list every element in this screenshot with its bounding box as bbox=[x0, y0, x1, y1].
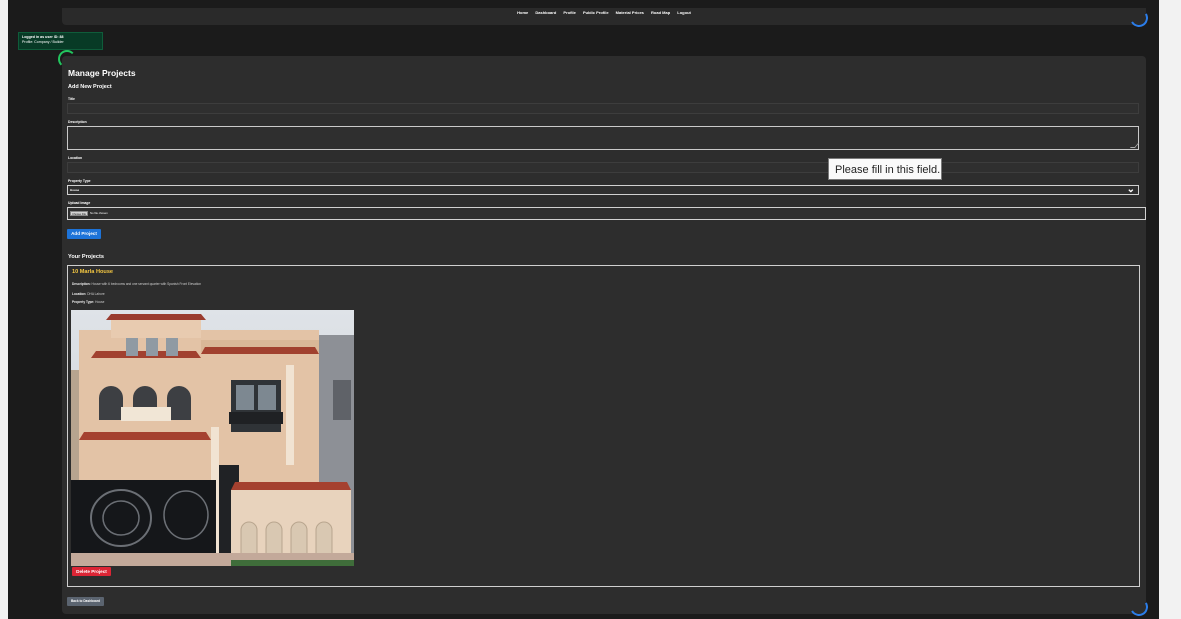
house-photo bbox=[71, 310, 354, 566]
project-image bbox=[71, 310, 354, 566]
form-heading: Add New Project bbox=[68, 84, 112, 90]
project-type: Property Type: House bbox=[72, 300, 104, 304]
resize-grip-icon[interactable] bbox=[1129, 143, 1140, 148]
project-type-label: Property Type: bbox=[72, 300, 95, 304]
nav-link-profile[interactable]: Profile bbox=[563, 10, 575, 15]
back-to-dashboard-button[interactable]: Back to Dashboard bbox=[67, 597, 104, 606]
add-project-button[interactable]: Add Project bbox=[67, 229, 101, 239]
location-label: Location bbox=[68, 156, 83, 160]
property-type-value: House bbox=[70, 188, 80, 192]
nav-link-road-map[interactable]: Road Map bbox=[651, 10, 670, 15]
title-label: Title bbox=[68, 97, 75, 101]
nav-links: Home Dashboard Profile Public Profile Ma… bbox=[62, 10, 1146, 15]
nav-link-home[interactable]: Home bbox=[517, 10, 528, 15]
title-input[interactable] bbox=[67, 103, 1139, 114]
your-projects-heading: Your Projects bbox=[68, 254, 104, 260]
chevron-down-icon: ⌄ bbox=[1126, 184, 1135, 195]
upload-image-label: Upload Image bbox=[68, 201, 91, 205]
delete-project-button[interactable]: Delete Project bbox=[72, 567, 111, 576]
loading-spinner-green-icon bbox=[58, 50, 76, 68]
project-description: Description: House with 6 bedrooms and o… bbox=[72, 282, 201, 286]
login-notice: Logged in as user ID: 88 Profile: Compan… bbox=[18, 32, 103, 50]
file-status: No file chosen bbox=[90, 211, 108, 215]
nav-link-material-prices[interactable]: Material Prices bbox=[616, 10, 644, 15]
left-edge bbox=[0, 0, 8, 619]
login-notice-line2: Profile: Company / Builder bbox=[22, 40, 64, 44]
nav-link-dashboard[interactable]: Dashboard bbox=[535, 10, 556, 15]
nav-link-public-profile[interactable]: Public Profile bbox=[583, 10, 609, 15]
project-title: 10 Marla House bbox=[72, 269, 114, 275]
location-input[interactable] bbox=[67, 162, 1139, 173]
description-label: Description bbox=[68, 120, 87, 124]
right-edge bbox=[1159, 0, 1181, 619]
property-type-label: Property Type bbox=[68, 179, 91, 183]
property-type-select[interactable]: House ⌄ bbox=[67, 184, 1139, 195]
project-location-label: Location: bbox=[72, 292, 87, 296]
nav-link-logout[interactable]: Logout bbox=[677, 10, 691, 15]
project-description-text: House with 6 bedrooms and one servant qu… bbox=[91, 282, 202, 286]
project-location: Location: DHA Lahore bbox=[72, 292, 105, 296]
project-type-text: House bbox=[95, 300, 105, 304]
description-textarea[interactable] bbox=[67, 126, 1140, 150]
image-file-input[interactable]: Choose File No file chosen bbox=[67, 207, 1146, 220]
project-location-text: DHA Lahore bbox=[87, 292, 105, 296]
project-description-label: Description: bbox=[72, 282, 91, 286]
top-navbar: Home Dashboard Profile Public Profile Ma… bbox=[62, 8, 1146, 25]
validation-tooltip: Please fill in this field. bbox=[828, 158, 942, 180]
choose-file-button[interactable]: Choose File bbox=[70, 211, 88, 216]
page-title: Manage Projects bbox=[68, 68, 136, 78]
